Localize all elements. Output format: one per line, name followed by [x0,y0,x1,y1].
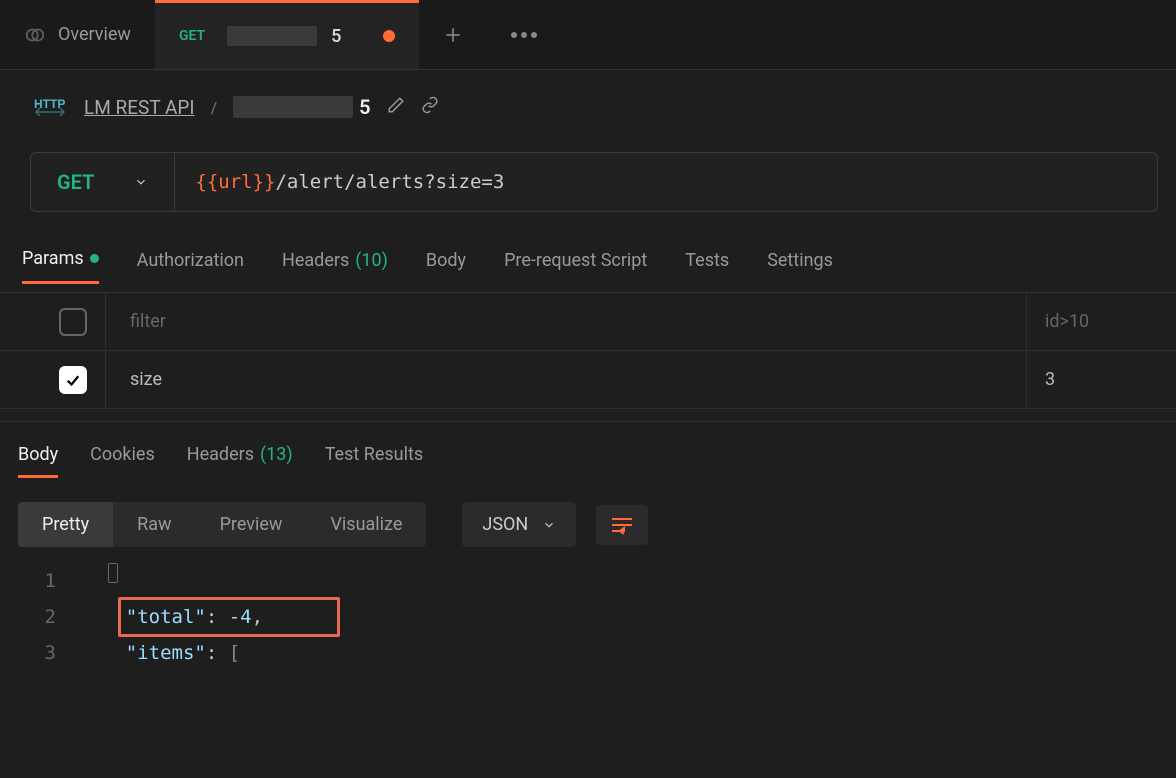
pencil-icon [387,96,405,114]
code-text: "total": -4, [80,599,263,635]
edit-name-button[interactable] [387,96,405,118]
chevron-down-icon [134,175,148,189]
response-section: Body Cookies Headers (13) Test Results P… [0,421,1176,671]
url-bar: GET {{url}}/alert/alerts?size=3 [30,152,1158,212]
url-path: /alert/alerts?size=3 [275,171,504,193]
copy-link-button[interactable] [421,96,439,118]
param-value-input[interactable]: id>10 [1026,293,1176,350]
param-row: size 3 [0,351,1176,409]
view-options-row: Pretty Raw Preview Visualize JSON [0,478,1176,557]
more-tabs-button[interactable] [487,0,561,69]
wrap-lines-button[interactable] [596,505,648,545]
top-tab-bar: Overview GET 5 [0,0,1176,70]
breadcrumb-suffix: 5 [359,95,370,119]
view-mode-tabs: Pretty Raw Preview Visualize [18,502,426,547]
tab-authorization[interactable]: Authorization [137,248,244,284]
tab-settings[interactable]: Settings [767,248,833,284]
line-number: 1 [0,563,80,599]
plus-icon [443,25,463,45]
tab-params[interactable]: Params [22,248,99,284]
response-tab-bar: Body Cookies Headers (13) Test Results [0,436,1176,478]
tab-active-request[interactable]: GET 5 [155,0,419,69]
params-active-dot [90,254,99,263]
tab-headers[interactable]: Headers (10) [282,248,388,284]
tab-prerequest[interactable]: Pre-request Script [504,248,647,284]
param-checkbox[interactable] [59,308,87,336]
view-tab-visualize[interactable]: Visualize [306,502,426,547]
resp-tab-cookies[interactable]: Cookies [90,444,155,478]
view-tab-pretty[interactable]: Pretty [18,502,113,547]
url-variable: {{url}} [195,171,275,193]
url-input[interactable]: {{url}}/alert/alerts?size=3 [175,153,1157,211]
param-key-input[interactable]: filter [105,293,1026,350]
check-icon [64,371,82,389]
tab-body[interactable]: Body [426,248,466,284]
param-checkbox[interactable] [59,366,87,394]
format-select[interactable]: JSON [462,502,576,547]
breadcrumb-separator: / [211,98,218,117]
format-select-value: JSON [482,514,528,535]
request-tab-bar: Params Authorization Headers (10) Body P… [0,212,1176,284]
tab-overview-label: Overview [58,24,131,45]
view-tab-raw[interactable]: Raw [113,502,195,547]
new-tab-button[interactable] [419,0,487,69]
params-table: filter id>10 size 3 [0,292,1176,409]
modified-indicator-dot [383,30,395,42]
line-number: 2 [0,599,80,635]
method-select[interactable]: GET [31,153,175,211]
wrap-icon [610,515,634,535]
line-number: 3 [0,635,80,671]
code-text: "items": [ [80,635,240,671]
breadcrumb-workspace[interactable]: LM REST API [84,96,195,119]
response-body-code[interactable]: 1 2 "total": -4, 3 "items": [ [0,557,1176,671]
resp-tab-test-results[interactable]: Test Results [325,444,423,478]
tab-suffix: 5 [331,26,341,47]
overview-icon [24,24,46,46]
tab-tests[interactable]: Tests [685,248,729,284]
param-key-input[interactable]: size [105,351,1026,408]
method-select-value: GET [57,170,94,194]
tab-method-badge: GET [179,28,205,44]
ellipsis-icon [511,32,537,38]
link-icon [421,96,439,114]
breadcrumb: HTTP LM REST API / 5 [0,70,1176,130]
param-value-input[interactable]: 3 [1026,351,1176,408]
tab-overview[interactable]: Overview [0,0,155,69]
param-row: filter id>10 [0,293,1176,351]
breadcrumb-request-name: 5 [233,95,370,119]
http-badge-icon: HTTP [34,94,68,120]
redacted-tab-name [227,26,317,46]
resp-tab-body[interactable]: Body [18,444,58,478]
fold-gutter-mark[interactable] [108,563,118,583]
chevron-down-icon [542,518,556,532]
view-tab-preview[interactable]: Preview [196,502,307,547]
resp-tab-headers[interactable]: Headers (13) [187,444,293,478]
redacted-request-name [233,96,353,118]
